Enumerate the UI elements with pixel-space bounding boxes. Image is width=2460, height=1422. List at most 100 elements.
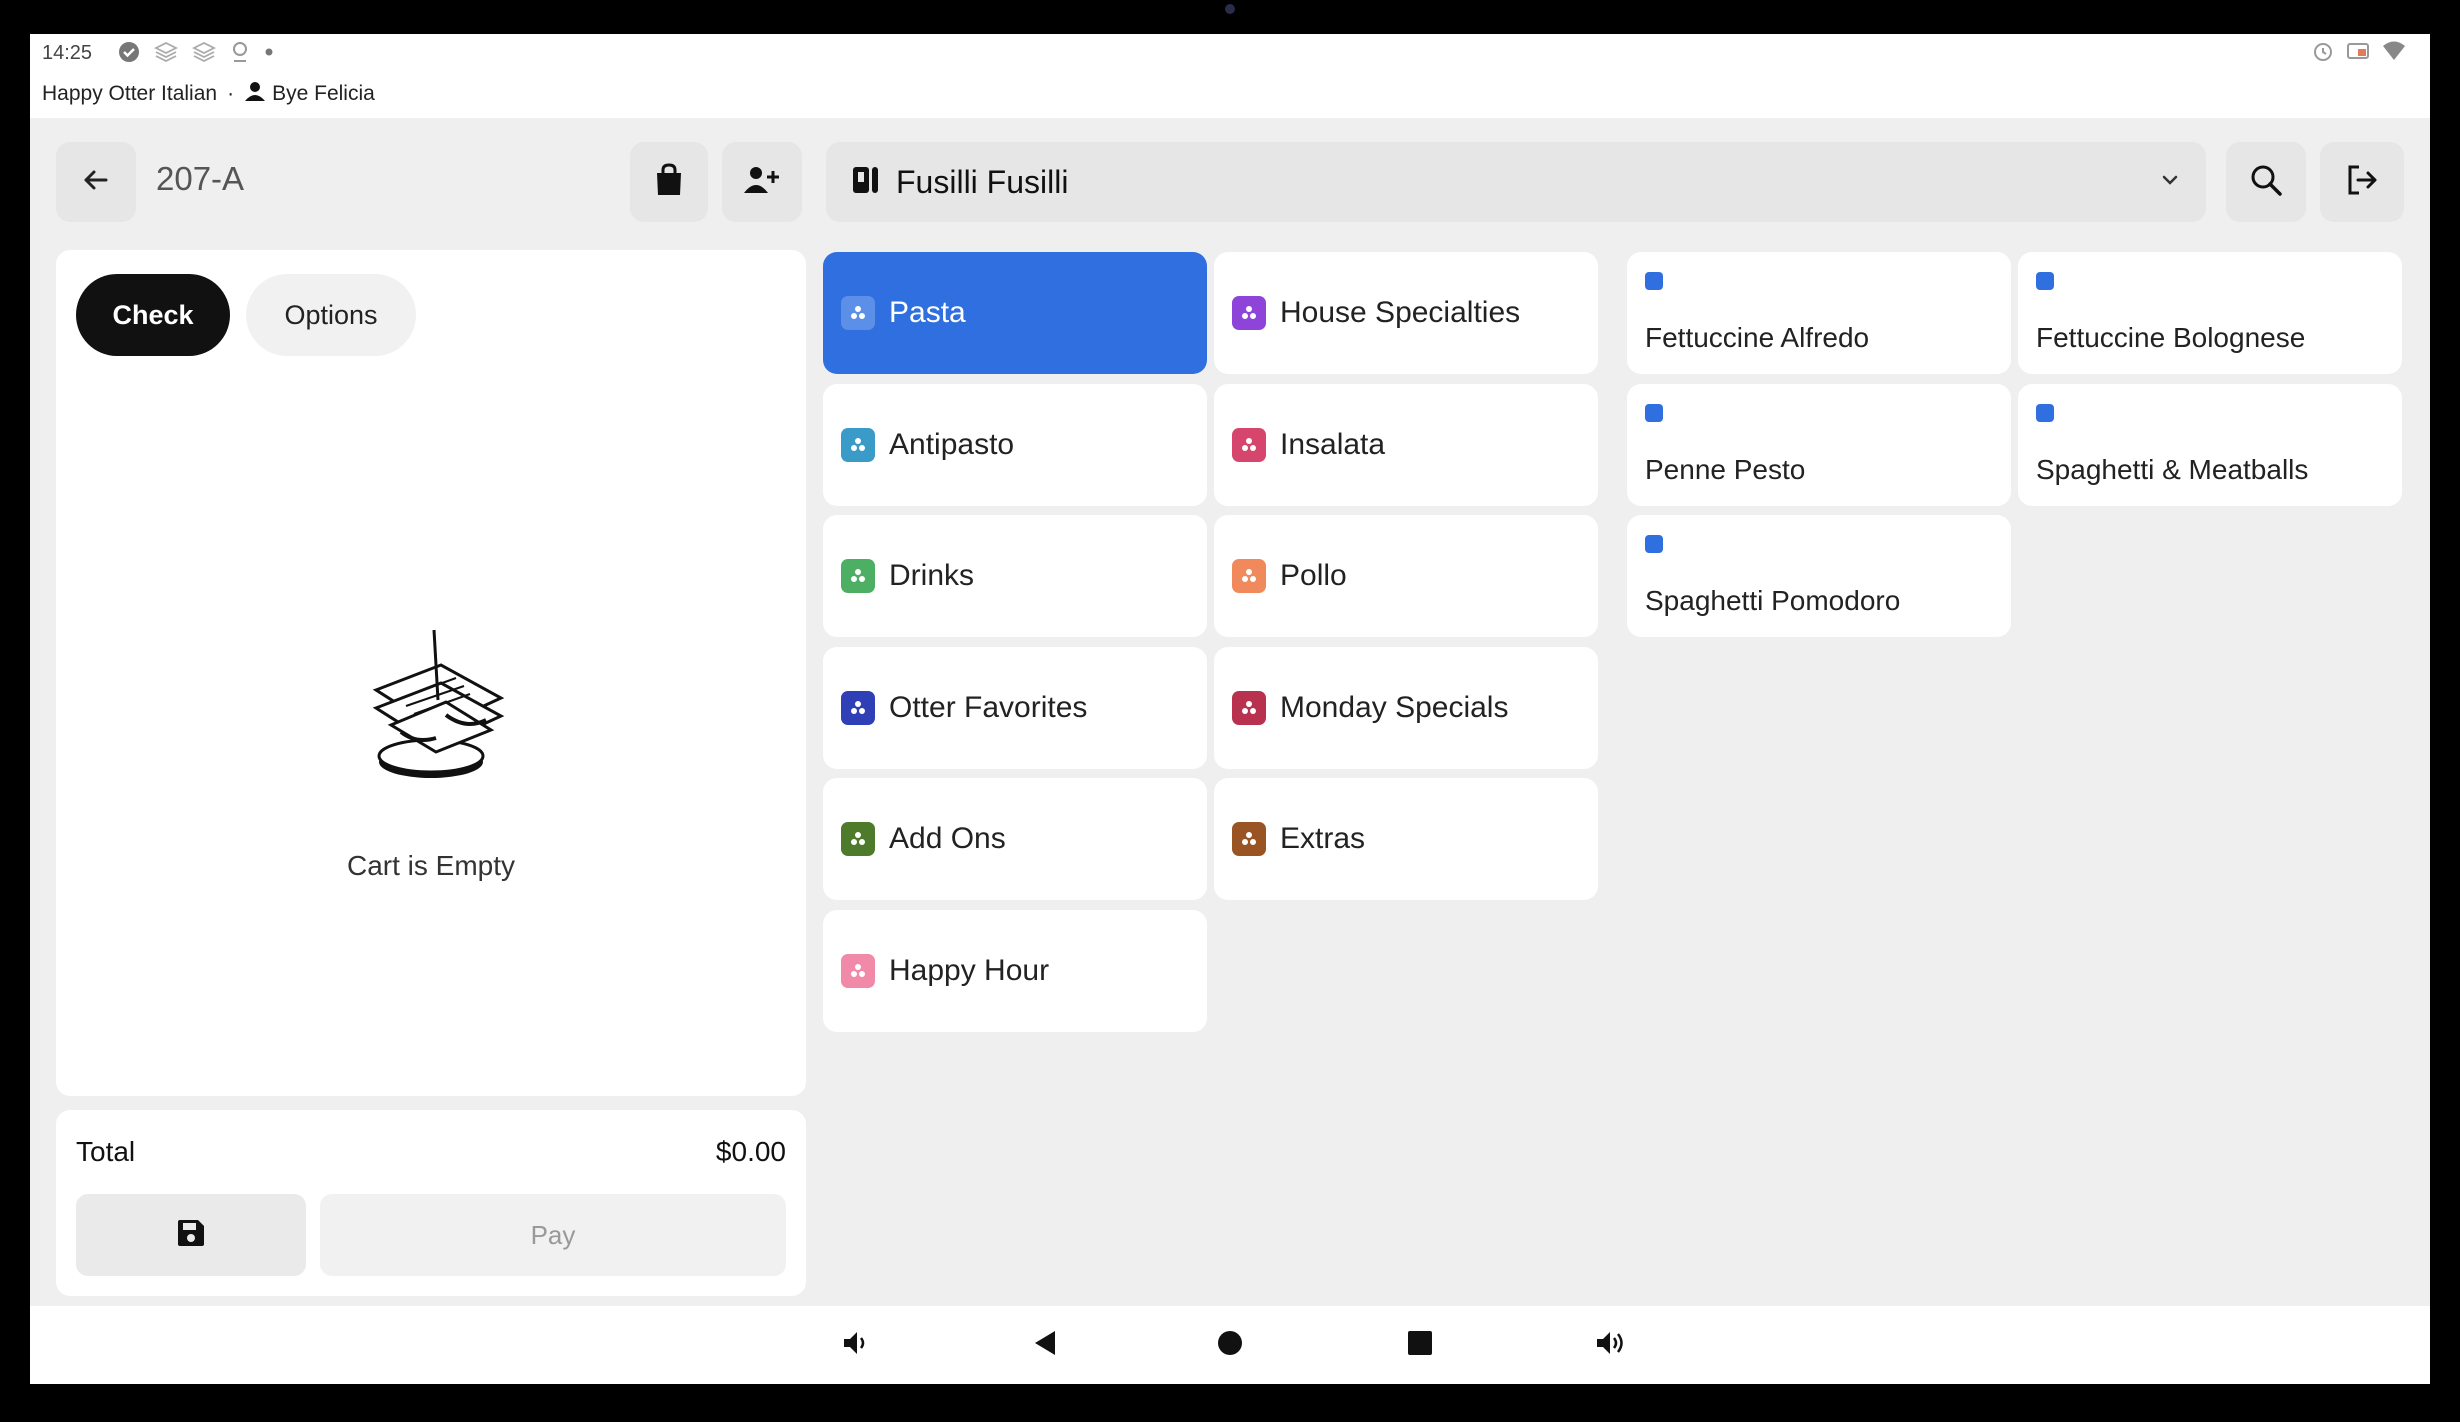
check-circle-icon (118, 41, 140, 69)
bag-icon (654, 162, 684, 202)
menu-name: Fusilli Fusilli (896, 163, 1069, 200)
category-label: Otter Favorites (889, 691, 1088, 724)
category-icon (1232, 296, 1266, 330)
item-color-dot (1645, 535, 1663, 553)
item-spaghetti-pomodoro[interactable]: Spaghetti Pomodoro (1627, 515, 2011, 637)
item-fettuccine-bolognese[interactable]: Fettuccine Bolognese (2018, 252, 2402, 374)
tab-check[interactable]: Check (76, 274, 230, 356)
menu-selector[interactable]: Fusilli Fusilli (826, 142, 2206, 222)
save-icon (176, 1218, 206, 1253)
category-icon (841, 296, 875, 330)
category-icon (1232, 822, 1266, 856)
category-label: Insalata (1280, 428, 1386, 461)
user-icon (244, 80, 266, 108)
total-label: Total (76, 1136, 136, 1167)
category-insalata[interactable]: Insalata (1214, 384, 1598, 506)
category-label: Monday Specials (1280, 691, 1509, 724)
front-camera (1225, 4, 1235, 14)
empty-cart-text: Cart is Empty (346, 850, 516, 881)
nav-home-button[interactable] (1205, 1320, 1255, 1370)
item-color-dot (2036, 272, 2054, 290)
location-bar: Happy Otter Italian · Bye Felicia (42, 80, 375, 108)
restaurant-name: Happy Otter Italian (42, 82, 218, 105)
category-label: Add Ons (889, 822, 1006, 855)
category-otter-favorites[interactable]: Otter Favorites (823, 647, 1207, 769)
takeout-bag-button[interactable] (630, 142, 708, 222)
circle-home-icon (1216, 1329, 1244, 1362)
category-antipasto[interactable]: Antipasto (823, 384, 1207, 506)
arrow-left-icon (80, 164, 112, 201)
save-button[interactable] (76, 1194, 306, 1276)
category-label: Drinks (889, 559, 975, 592)
category-house-specialties[interactable]: House Specialties (1214, 252, 1598, 374)
nav-recents-button[interactable] (1395, 1320, 1445, 1370)
status-system-icons (2312, 40, 2406, 68)
location-pin-icon (230, 41, 250, 69)
search-icon (2249, 163, 2283, 202)
add-customer-button[interactable] (722, 142, 802, 222)
volume-up-button[interactable] (1586, 1320, 1636, 1370)
category-pasta[interactable]: Pasta (823, 252, 1207, 374)
empty-cart-illustration (346, 620, 516, 795)
separator: · (227, 82, 235, 105)
total-value: $0.00 (715, 1136, 786, 1167)
category-icon (841, 691, 875, 725)
tablet-screen: 14:25 Happy Otter Italian · Bye Felicia … (30, 34, 2430, 1384)
system-nav-bar (30, 1306, 2430, 1384)
cart-panel: Check Options Cart is Empty (56, 250, 806, 1096)
item-penne-pesto[interactable]: Penne Pesto (1627, 384, 2011, 506)
item-label: Spaghetti Pomodoro (1645, 585, 1901, 616)
category-label: Extras (1280, 822, 1366, 855)
status-bar: 14:25 Happy Otter Italian · Bye Felicia (30, 34, 2430, 118)
pay-button[interactable]: Pay (320, 1194, 786, 1276)
wifi-icon (2382, 40, 2406, 68)
category-pollo[interactable]: Pollo (1214, 515, 1598, 637)
search-button[interactable] (2226, 142, 2306, 222)
chevron-down-icon (2158, 168, 2182, 197)
current-user: Bye Felicia (244, 80, 375, 108)
category-icon (1232, 691, 1266, 725)
item-spaghetti-meatballs[interactable]: Spaghetti & Meatballs (2018, 384, 2402, 506)
layers-icon (191, 41, 217, 69)
category-icon (841, 559, 875, 593)
logout-icon (2345, 163, 2379, 202)
user-name: Bye Felicia (272, 82, 375, 105)
category-label: Pasta (889, 296, 966, 329)
volume-up-icon (1594, 1327, 1628, 1364)
category-label: Antipasto (889, 428, 1015, 461)
category-happy-hour[interactable]: Happy Hour (823, 910, 1207, 1032)
category-icon (841, 428, 875, 462)
total-panel: Total $0.00 Pay (56, 1110, 806, 1296)
item-label: Spaghetti & Meatballs (2036, 454, 2309, 485)
category-monday-specials[interactable]: Monday Specials (1214, 647, 1598, 769)
logout-button[interactable] (2320, 142, 2404, 222)
category-icon (1232, 428, 1266, 462)
nav-back-button[interactable] (1021, 1320, 1071, 1370)
item-label: Fettuccine Bolognese (2036, 322, 2306, 353)
item-fettuccine-alfredo[interactable]: Fettuccine Alfredo (1627, 252, 2011, 374)
order-id: 207-A (156, 160, 245, 197)
add-user-icon (743, 165, 781, 200)
layers-icon (153, 41, 179, 69)
item-color-dot (1645, 272, 1663, 290)
category-label: Happy Hour (889, 954, 1050, 987)
category-icon (841, 822, 875, 856)
volume-down-button[interactable] (831, 1320, 881, 1370)
cast-icon (2346, 40, 2370, 68)
category-icon (841, 954, 875, 988)
category-add-ons[interactable]: Add Ons (823, 778, 1207, 900)
status-notification-icons (118, 41, 274, 69)
menu-icon (850, 164, 882, 201)
tab-options[interactable]: Options (246, 274, 416, 356)
category-label: Pollo (1280, 559, 1347, 592)
category-drinks[interactable]: Drinks (823, 515, 1207, 637)
category-extras[interactable]: Extras (1214, 778, 1598, 900)
item-color-dot (2036, 404, 2054, 422)
square-recents-icon (1406, 1329, 1434, 1362)
category-icon (1232, 559, 1266, 593)
alarm-icon (2312, 40, 2334, 68)
item-label: Penne Pesto (1645, 454, 1806, 485)
status-time: 14:25 (42, 42, 93, 64)
back-button[interactable] (56, 142, 136, 222)
item-color-dot (1645, 404, 1663, 422)
